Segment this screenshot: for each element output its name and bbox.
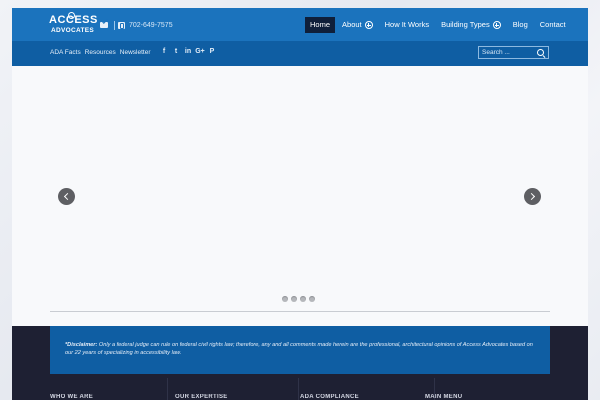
logo-line-2: ADVOCATES [51, 27, 95, 34]
disclaimer-box: *Disclaimer: Only a federal judge can ru… [50, 326, 550, 374]
top-header: ACCESS ADVOCATES 702-649-7575 Home About H… [12, 8, 588, 41]
mail-icon[interactable] [100, 22, 108, 28]
site-logo[interactable]: ACCESS ADVOCATES [49, 12, 97, 38]
nav-item-building-types[interactable]: Building Types [436, 17, 506, 33]
nav-item-how-it-works[interactable]: How It Works [380, 17, 434, 33]
nav-item-label: How It Works [384, 20, 430, 29]
secondary-link-newsletter[interactable]: Newsletter [120, 49, 151, 56]
plus-circle-icon[interactable] [364, 21, 373, 29]
disclaimer-text: *Disclaimer: Only a federal judge can ru… [65, 341, 540, 358]
nav-item-label: About [342, 20, 362, 29]
nav-item-label: Contact [539, 20, 566, 29]
site-footer: *Disclaimer: Only a federal judge can ru… [12, 326, 588, 400]
disclaimer-label: *Disclaimer: [65, 342, 98, 348]
search-box [478, 46, 549, 59]
slider-dot[interactable] [282, 296, 288, 302]
facebook-icon[interactable]: f [158, 48, 170, 55]
plus-circle-icon[interactable] [492, 21, 501, 29]
nav-item-contact[interactable]: Contact [535, 17, 571, 33]
footer-columns: WHO WE ARE OUR EXPERTISE ADA COMPLIANCE MAI… [50, 394, 550, 400]
nav-item-label: Building Types [441, 20, 490, 29]
google-plus-icon[interactable]: G+ [194, 48, 206, 55]
logo-person-icon [68, 12, 75, 19]
linkedin-icon[interactable]: in [182, 48, 194, 55]
slider-divider [50, 311, 550, 312]
phone-icon [118, 21, 125, 29]
footer-column-title: WHO WE ARE [50, 394, 94, 400]
slider-prev-button[interactable] [58, 188, 75, 205]
pinterest-icon[interactable]: P [206, 48, 218, 55]
secondary-link-ada-facts[interactable]: ADA Facts [50, 49, 81, 56]
slider-dot[interactable] [300, 296, 306, 302]
secondary-link-resources[interactable]: Resources [85, 49, 116, 56]
secondary-bar: ADA Facts Resources Newsletter f t in G+ P [12, 41, 588, 66]
page-wrapper: ACCESS ADVOCATES 702-649-7575 Home About H… [12, 8, 588, 400]
social-links: f t in G+ P [158, 48, 218, 55]
secondary-links: ADA Facts Resources Newsletter [50, 49, 155, 56]
hero-slider [12, 66, 588, 326]
disclaimer-body: Only a federal judge can rule on federal… [65, 342, 533, 357]
search-icon[interactable] [537, 49, 544, 56]
nav-item-home[interactable]: Home [305, 17, 336, 33]
slider-dot[interactable] [291, 296, 297, 302]
contact-divider [114, 20, 115, 30]
slider-pagination [282, 296, 318, 302]
phone-number[interactable]: 702-649-7575 [129, 22, 173, 29]
slider-next-button[interactable] [524, 188, 541, 205]
main-navigation: Home About How It Works Building Types Blog C… [305, 17, 573, 33]
chevron-right-icon [527, 192, 536, 201]
contact-info: 702-649-7575 [100, 19, 173, 31]
chevron-left-icon [63, 192, 72, 201]
nav-item-label: Blog [512, 20, 528, 29]
search-input[interactable] [481, 47, 535, 58]
nav-item-blog[interactable]: Blog [508, 17, 533, 33]
footer-column-title: ADA COMPLIANCE [300, 394, 359, 400]
footer-column-title: MAIN MENU [425, 394, 463, 400]
slider-dot[interactable] [309, 296, 315, 302]
footer-column-title: OUR EXPERTISE [175, 394, 228, 400]
nav-item-about[interactable]: About [337, 17, 378, 33]
nav-item-label: Home [310, 20, 331, 29]
twitter-icon[interactable]: t [170, 48, 182, 55]
